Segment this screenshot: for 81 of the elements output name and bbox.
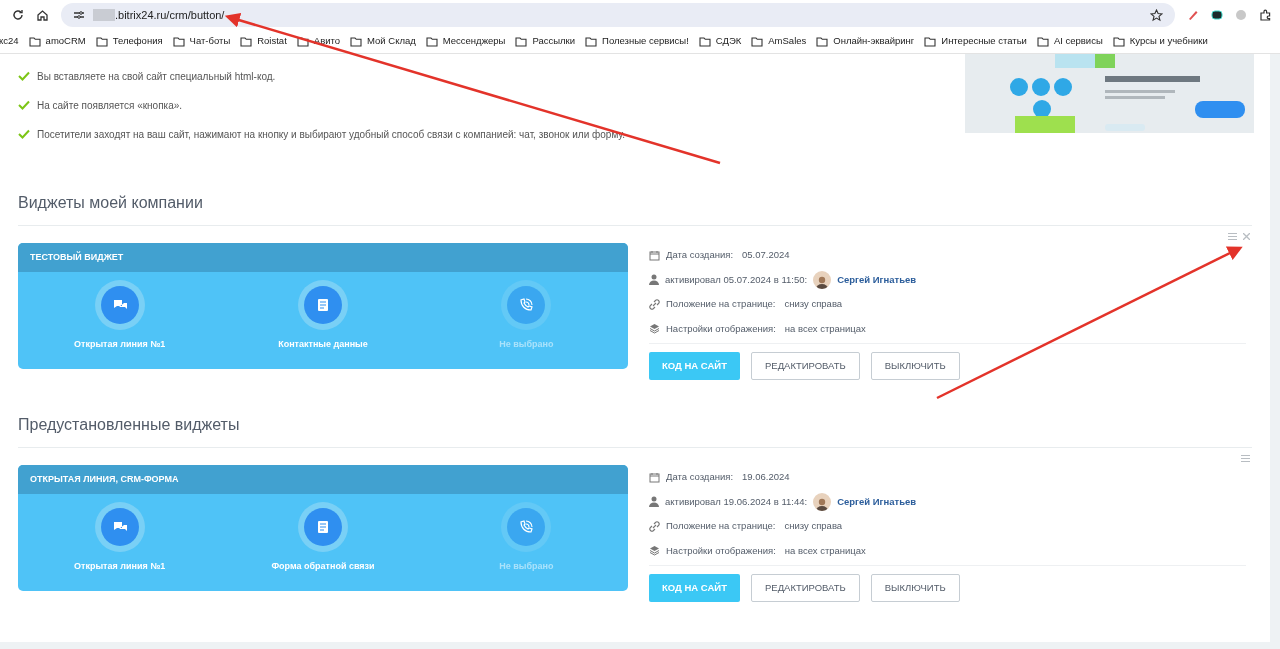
info-label: Дата создания: xyxy=(666,248,734,263)
menu-icon[interactable] xyxy=(1241,455,1250,462)
menu-icon[interactable] xyxy=(1228,233,1237,240)
widget-title: ОТКРЫТАЯ ЛИНИЯ, CRM-ФОРМА xyxy=(30,472,179,486)
channel-icon[interactable] xyxy=(94,280,145,330)
info-value: снизу справа xyxy=(784,519,843,534)
person-icon xyxy=(649,274,659,286)
channel-icon[interactable] xyxy=(94,502,145,552)
calendar-icon xyxy=(649,249,660,261)
bookmark[interactable]: Мессенджеры xyxy=(442,34,506,49)
close-icon[interactable] xyxy=(1243,233,1250,240)
bookmark[interactable]: AmSales xyxy=(768,34,807,49)
layers-icon xyxy=(649,545,660,557)
address-bar[interactable]: .bitrix24.ru/crm/button/ xyxy=(61,3,1175,27)
feature-text: На сайте появляется «кнопка». xyxy=(37,98,183,113)
channel-label: Форма обратной связи xyxy=(270,560,376,573)
home-icon[interactable] xyxy=(36,8,49,22)
feature-text: Вы вставляете на свой сайт специальный html-код. xyxy=(37,69,276,84)
action-button[interactable]: ВЫКЛЮЧИТЬ xyxy=(870,574,960,602)
channel-label: Открытая линия №1 xyxy=(73,338,167,351)
reload-icon[interactable] xyxy=(12,9,24,21)
activation-text: активировал 05.07.2024 в 11:50: xyxy=(665,272,808,287)
info-value: на всех страницах xyxy=(784,543,866,558)
link-icon xyxy=(649,520,660,532)
channel-label: Открытая линия №1 xyxy=(73,560,167,573)
puzzle-icon[interactable] xyxy=(1259,8,1272,22)
info-label: Настройки отображения: xyxy=(666,321,776,336)
info-value: снизу справа xyxy=(784,297,843,312)
bookmark[interactable]: Интересные статьи xyxy=(941,34,1027,49)
bookmark[interactable]: СДЭК xyxy=(715,34,742,49)
check-icon xyxy=(18,71,30,81)
info-label: Положение на странице: xyxy=(666,519,776,534)
channel-label: Не выбрано xyxy=(498,338,555,351)
avatar xyxy=(813,492,832,511)
layers-icon xyxy=(649,323,660,335)
bookmark[interactable]: Курсы и учебники xyxy=(1129,34,1208,49)
info-label: Настройки отображения: xyxy=(666,543,776,558)
bookmark[interactable]: Мой Склад xyxy=(367,34,416,49)
star-icon[interactable] xyxy=(1150,8,1163,22)
channel-icon[interactable] xyxy=(501,502,552,552)
channel-label: Контактные данные xyxy=(277,338,369,351)
check-icon xyxy=(18,100,30,110)
bookmark[interactable]: Авито xyxy=(313,34,340,49)
bookmark[interactable]: Roistat xyxy=(257,34,287,49)
channel-icon[interactable] xyxy=(501,280,552,330)
info-label: Дата создания: xyxy=(666,470,734,485)
channel-icon[interactable] xyxy=(298,280,348,330)
bookmark[interactable]: Онлайн-эквайринг xyxy=(833,34,915,49)
action-button[interactable]: РЕДАКТИРОВАТЬ xyxy=(750,574,860,602)
extension-icon[interactable] xyxy=(1211,10,1223,20)
bookmark[interactable]: Телефония xyxy=(112,34,163,49)
avatar xyxy=(813,270,832,289)
redaction-block xyxy=(93,9,115,21)
activation-text: активировал 19.06.2024 в 11:44: xyxy=(665,494,808,509)
bookmark[interactable]: Чат-боты xyxy=(189,34,231,49)
bookmark[interactable]: Полезные сервисы! xyxy=(602,34,689,49)
info-value: 05.07.2024 xyxy=(742,248,790,263)
info-value: 19.06.2024 xyxy=(742,470,790,485)
url-text: .bitrix24.ru/crm/button/ xyxy=(115,7,226,23)
channel-icon[interactable] xyxy=(298,502,348,552)
bookmark[interactable]: кс24 xyxy=(0,34,19,49)
section-heading: Виджеты моей компании xyxy=(18,191,1252,226)
user-link[interactable]: Сергей Игнатьев xyxy=(837,494,917,509)
info-label: Положение на странице: xyxy=(666,297,776,312)
person-icon xyxy=(649,496,659,508)
calendar-icon xyxy=(649,471,660,483)
info-value: на всех страницах xyxy=(784,321,866,336)
bookmark[interactable]: AI сервисы xyxy=(1053,34,1103,49)
action-button[interactable]: ВЫКЛЮЧИТЬ xyxy=(870,352,960,380)
channel-label: Не выбрано xyxy=(498,560,555,573)
link-icon xyxy=(649,298,660,310)
widget-title: ТЕСТОВЫЙ ВИДЖЕТ xyxy=(30,250,124,264)
pen-icon[interactable] xyxy=(1187,9,1199,21)
check-icon xyxy=(18,129,30,139)
bookmark[interactable]: Рассылки xyxy=(532,34,576,49)
globe-icon[interactable] xyxy=(1235,9,1247,21)
section-heading: Предустановленные виджеты xyxy=(18,413,1252,448)
bookmark[interactable]: amoCRM xyxy=(45,34,86,49)
site-settings-icon[interactable] xyxy=(73,10,85,20)
action-button[interactable]: РЕДАКТИРОВАТЬ xyxy=(750,352,860,380)
user-link[interactable]: Сергей Игнатьев xyxy=(837,272,917,287)
